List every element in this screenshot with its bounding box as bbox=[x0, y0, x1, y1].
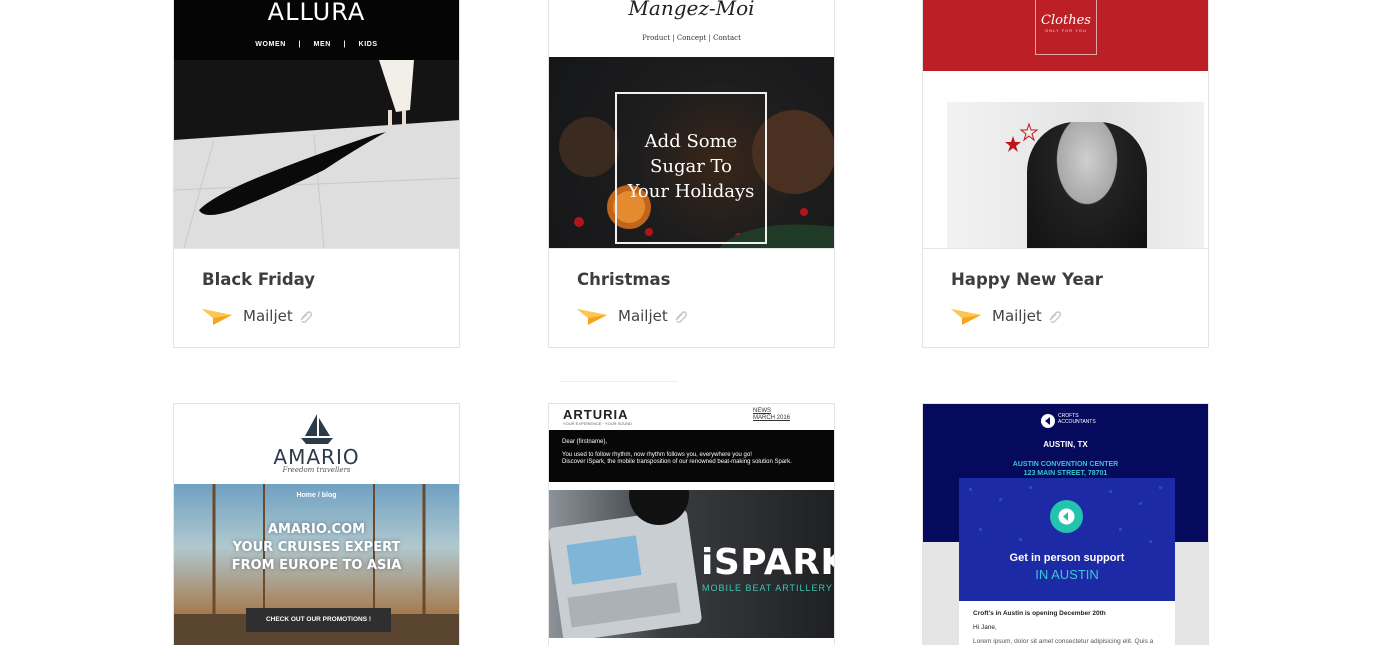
preview-support: Get in person support bbox=[1009, 552, 1125, 564]
section-divider bbox=[560, 381, 678, 382]
card-body: Happy New Year Mailjet bbox=[923, 249, 1208, 327]
link-icon[interactable] bbox=[1048, 309, 1062, 323]
location-pin-icon bbox=[1050, 500, 1083, 533]
venue-line: AUSTIN CONVENTION CENTER bbox=[1012, 461, 1119, 468]
headline-line: Add Some bbox=[644, 131, 738, 152]
shadow-figure-image bbox=[174, 60, 459, 248]
brand-line: ACCOUNTANTS bbox=[1058, 419, 1096, 425]
template-card-black-friday[interactable]: ALLURA WOMEN | MEN | KIDS Black Friday M… bbox=[173, 0, 460, 348]
preview-brand-logo: Clothes ONLY FOR YOU bbox=[1035, 0, 1097, 55]
headline-line: AMARIO.COM bbox=[267, 522, 366, 537]
template-preview[interactable]: Mangez-Moi Product | Concept | Contact A… bbox=[549, 0, 834, 249]
venue-line: 123 MAIN STREET, 78701 bbox=[1023, 470, 1108, 477]
template-card-arturia[interactable]: ARTURIA YOUR EXPERIENCE · YOUR SOUND NEW… bbox=[548, 403, 835, 645]
link-icon[interactable] bbox=[674, 309, 688, 323]
provider-row: Mailjet bbox=[577, 305, 807, 327]
crofts-logo-icon bbox=[1041, 414, 1055, 428]
letter-body: Lorem ipsum, dolor sit amet consectetur … bbox=[973, 638, 1154, 645]
preview-headline: Add Some Sugar To Your Holidays bbox=[615, 129, 767, 204]
preview-product-sub: MOBILE BEAT ARTILLERY bbox=[702, 583, 833, 593]
template-title[interactable]: Happy New Year bbox=[951, 270, 1181, 292]
template-card-crofts[interactable]: CROFTS ACCOUNTANTS AUSTIN, TX AUSTIN CON… bbox=[922, 403, 1209, 645]
preview-brand: Clothes bbox=[1041, 13, 1091, 28]
pattern-image bbox=[969, 486, 1162, 543]
template-preview[interactable]: CROFTS ACCOUNTANTS AUSTIN, TX AUSTIN CON… bbox=[923, 404, 1208, 645]
news-date: MARCH 2016 bbox=[753, 415, 791, 421]
preview-body: Dear {firstname}, You used to follow rhy… bbox=[549, 430, 834, 482]
news-label: NEWS bbox=[753, 408, 771, 414]
preview-nav: WOMEN | MEN | KIDS bbox=[255, 41, 378, 48]
body-line: Discover iSpark, the mobile transpositio… bbox=[562, 459, 792, 465]
provider-name[interactable]: Mailjet bbox=[992, 307, 1042, 325]
card-body: Black Friday Mailjet bbox=[174, 249, 459, 327]
preview-support-city: IN AUSTIN bbox=[1035, 567, 1099, 582]
preview-news: NEWS MARCH 2016 bbox=[753, 408, 790, 422]
preview-brand: CROFTS ACCOUNTANTS bbox=[1058, 413, 1096, 425]
preview-photo: Home / blog AMARIO.COM YOUR CRUISES EXPE… bbox=[174, 484, 459, 645]
preview-header: ARTURIA YOUR EXPERIENCE · YOUR SOUND NEW… bbox=[549, 404, 834, 430]
card-body: Christmas Mailjet bbox=[549, 249, 834, 327]
provider-name[interactable]: Mailjet bbox=[618, 307, 668, 325]
preview-photo bbox=[174, 60, 459, 248]
mailjet-logo-icon bbox=[202, 309, 232, 325]
preview-header: Mangez-Moi Product | Concept | Contact bbox=[549, 0, 834, 57]
mailjet-logo-icon bbox=[577, 309, 607, 325]
star-icon bbox=[1005, 122, 1039, 152]
template-card-amario[interactable]: AMARIO Freedom travellers Home / blog AM… bbox=[173, 403, 460, 645]
template-gallery: ALLURA WOMEN | MEN | KIDS Black Friday M… bbox=[0, 0, 1381, 645]
template-preview[interactable]: ALLURA WOMEN | MEN | KIDS bbox=[174, 0, 459, 249]
preview-brand: ARTURIA bbox=[563, 407, 629, 422]
preview-tagline: Freedom travellers bbox=[282, 466, 351, 474]
letter-greeting: Hi Jane, bbox=[973, 624, 997, 631]
preview-cta-button: CHECK OUT OUR PROMOTIONS ! bbox=[246, 608, 391, 632]
preview-tagline: YOUR EXPERIENCE · YOUR SOUND bbox=[563, 421, 633, 426]
preview-photo: iSPARK MOBILE BEAT ARTILLERY bbox=[549, 490, 834, 638]
preview-brand: ALLURA bbox=[267, 0, 366, 26]
provider-row: Mailjet bbox=[202, 305, 432, 327]
headline-line: FROM EUROPE TO ASIA bbox=[231, 558, 402, 573]
preview-product: iSPARK bbox=[701, 542, 834, 583]
preview-venue: AUSTIN CONVENTION CENTER 123 MAIN STREET… bbox=[923, 460, 1208, 478]
link-icon[interactable] bbox=[299, 309, 313, 323]
sailboat-logo-icon bbox=[301, 414, 333, 444]
preview-nav: Home / blog bbox=[296, 492, 337, 499]
template-card-christmas[interactable]: Mangez-Moi Product | Concept | Contact A… bbox=[548, 0, 835, 348]
preview-panel: Get in person support IN AUSTIN bbox=[959, 478, 1175, 601]
template-preview[interactable]: Clothes ONLY FOR YOU bbox=[923, 0, 1208, 249]
template-title[interactable]: Christmas bbox=[577, 270, 807, 292]
letter-title: Croft's in Austin is opening December 20… bbox=[973, 610, 1106, 617]
preview-tagline: ONLY FOR YOU bbox=[1045, 28, 1087, 33]
provider-row: Mailjet bbox=[951, 305, 1181, 327]
preview-header: ALLURA WOMEN | MEN | KIDS bbox=[174, 0, 459, 60]
preview-letter: Croft's in Austin is opening December 20… bbox=[959, 601, 1175, 645]
preview-photo: Add Some Sugar To Your Holidays bbox=[549, 57, 834, 248]
preview-header: Clothes ONLY FOR YOU bbox=[923, 0, 1208, 71]
template-preview[interactable]: ARTURIA YOUR EXPERIENCE · YOUR SOUND NEW… bbox=[549, 404, 834, 645]
body-greeting: Dear {firstname}, bbox=[562, 439, 608, 445]
preview-photo bbox=[947, 102, 1204, 248]
template-card-happy-new-year[interactable]: Clothes ONLY FOR YOU Happy New Year Mail bbox=[922, 0, 1209, 348]
provider-name[interactable]: Mailjet bbox=[243, 307, 293, 325]
mailjet-logo-icon bbox=[951, 309, 981, 325]
body-line: You used to follow rhythm, now rhythm fo… bbox=[562, 452, 752, 458]
template-title[interactable]: Black Friday bbox=[202, 270, 432, 292]
preview-city: AUSTIN, TX bbox=[1043, 440, 1088, 449]
preview-nav: Product | Concept | Contact bbox=[642, 34, 741, 42]
headline-line: Your Holidays bbox=[627, 181, 755, 202]
headline-line: Sugar To bbox=[650, 156, 732, 177]
pin-glyph-icon bbox=[1058, 508, 1075, 525]
preview-brand: Mangez-Moi bbox=[628, 0, 755, 20]
preview-headline: AMARIO.COM YOUR CRUISES EXPERT FROM EURO… bbox=[174, 521, 459, 575]
preview-header: AMARIO Freedom travellers bbox=[174, 404, 459, 484]
headline-line: YOUR CRUISES EXPERT bbox=[232, 540, 401, 555]
template-preview[interactable]: AMARIO Freedom travellers Home / blog AM… bbox=[174, 404, 459, 645]
